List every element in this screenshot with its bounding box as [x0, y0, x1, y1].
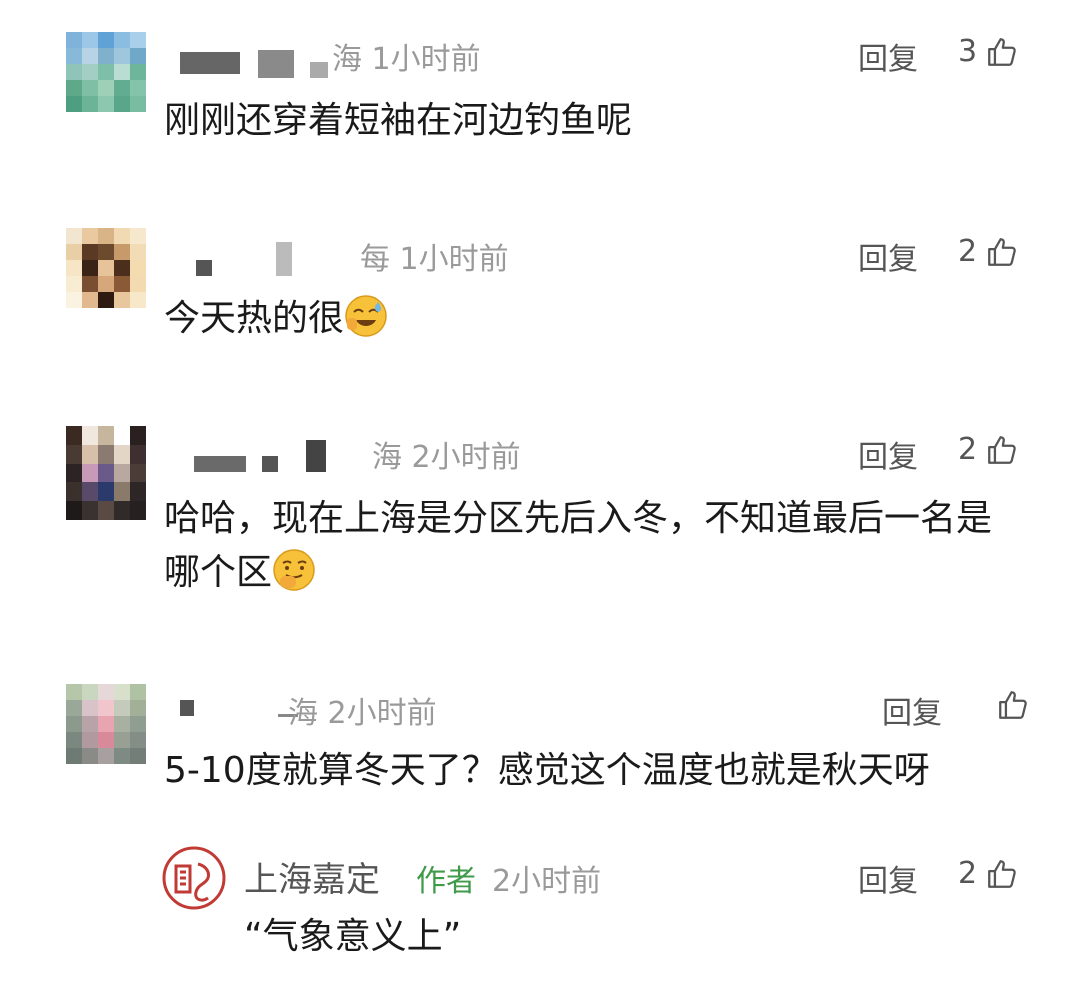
- reply-button[interactable]: 回复: [858, 34, 918, 78]
- blurred-username: [276, 242, 292, 276]
- like-button[interactable]: 3: [958, 34, 1019, 69]
- comment-meta: 海 2小时前: [288, 696, 437, 731]
- thinking-face-emoji-icon: [273, 549, 315, 591]
- avatar[interactable]: [66, 32, 146, 112]
- avatar[interactable]: [66, 426, 146, 520]
- reply-button[interactable]: 回复: [882, 688, 942, 732]
- like-count: 2: [958, 432, 978, 467]
- comment-text: 今天热的很: [164, 292, 1020, 346]
- reply-button[interactable]: 回复: [858, 234, 918, 278]
- sweat-laugh-emoji-icon: [345, 295, 387, 337]
- thumbs-up-icon: [988, 237, 1016, 266]
- like-button[interactable]: 2: [958, 432, 1019, 467]
- like-count: 3: [958, 34, 978, 69]
- reply-button[interactable]: 回复: [858, 432, 918, 476]
- like-count: 2: [958, 856, 978, 891]
- comment-meta: 每 1小时前: [360, 242, 509, 277]
- reply-text: “气象意义上”: [244, 916, 462, 957]
- author-avatar-seal-logo[interactable]: [162, 846, 226, 910]
- comment-text-body: 今天热的很: [164, 298, 345, 339]
- avatar[interactable]: [66, 228, 146, 308]
- reply-button[interactable]: 回复: [858, 856, 918, 900]
- comment-meta: 海 1小时前: [332, 42, 481, 77]
- blurred-username: [306, 440, 326, 472]
- author-name[interactable]: 上海嘉定: [244, 852, 380, 901]
- comment-text: 刚刚还穿着短袖在河边钓鱼呢: [164, 100, 633, 141]
- comment-text: 哈哈，现在上海是分区先后入冬，不知道最后一名是哪个区: [164, 492, 1020, 600]
- like-count: 2: [958, 234, 978, 269]
- like-button[interactable]: 2: [958, 234, 1019, 269]
- thumbs-up-icon: [988, 435, 1016, 464]
- blurred-username: [194, 456, 246, 472]
- like-button[interactable]: 2: [958, 856, 1019, 891]
- avatar[interactable]: [66, 684, 146, 764]
- author-badge: 作者: [416, 864, 476, 899]
- reply-time: 2小时前: [492, 864, 602, 899]
- blurred-username: [180, 52, 240, 74]
- blurred-username: [196, 260, 212, 276]
- blurred-username: [258, 50, 294, 78]
- thumbs-up-icon: [988, 859, 1016, 888]
- blurred-username: [310, 62, 328, 78]
- thumbs-up-icon: [999, 691, 1027, 719]
- comment-meta: 海 2小时前: [372, 440, 521, 475]
- like-button[interactable]: [988, 688, 1030, 722]
- comment-text: 5-10度就算冬天了？感觉这个温度也就是秋天呀: [164, 750, 930, 791]
- blurred-username: [180, 700, 194, 716]
- thumbs-up-icon: [988, 37, 1016, 66]
- blurred-username: [262, 456, 278, 472]
